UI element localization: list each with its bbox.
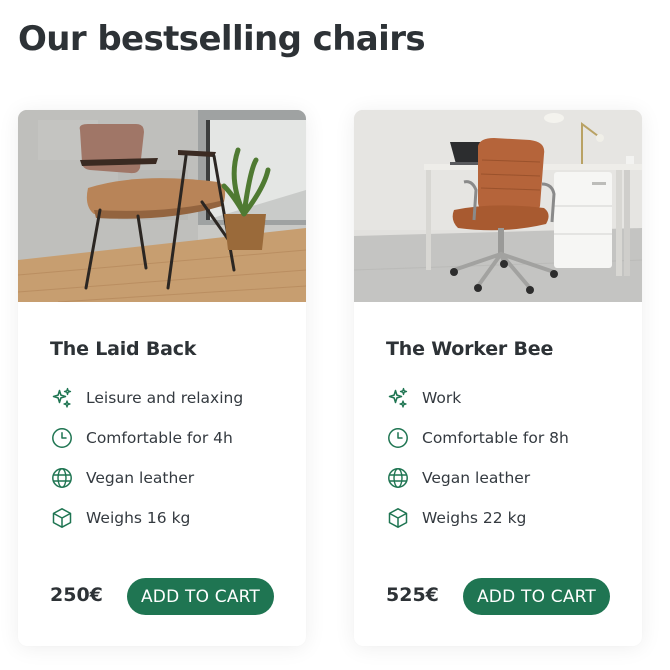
attribute-text: Comfortable for 4h xyxy=(86,429,233,447)
attribute-material: Vegan leather xyxy=(50,466,243,506)
cube-icon xyxy=(50,506,74,530)
product-price: 525€ xyxy=(386,584,439,606)
add-to-cart-button[interactable]: ADD TO CART xyxy=(127,578,274,615)
lounge-chair-photo xyxy=(18,110,306,302)
product-card-worker-bee: The Worker Bee Work Comfortable for 8h V… xyxy=(354,110,642,646)
attribute-comfort: Comfortable for 4h xyxy=(50,426,243,466)
globe-icon xyxy=(50,466,74,490)
product-price: 250€ xyxy=(50,584,103,606)
attribute-text: Vegan leather xyxy=(422,469,531,487)
attribute-text: Weighs 22 kg xyxy=(422,509,527,527)
clock-icon xyxy=(50,426,74,450)
attribute-text: Work xyxy=(422,389,462,407)
add-to-cart-button[interactable]: ADD TO CART xyxy=(463,578,610,615)
product-card-laid-back: The Laid Back Leisure and relaxing Comfo… xyxy=(18,110,306,646)
product-title: The Worker Bee xyxy=(386,338,554,360)
page-title: Our bestselling chairs xyxy=(18,19,426,59)
attribute-text: Leisure and relaxing xyxy=(86,389,244,407)
sparkles-icon xyxy=(386,386,410,410)
attribute-text: Vegan leather xyxy=(86,469,195,487)
attribute-weight: Weighs 16 kg xyxy=(50,506,243,546)
product-grid: The Laid Back Leisure and relaxing Comfo… xyxy=(18,110,670,670)
attribute-text: Weighs 16 kg xyxy=(86,509,191,527)
product-title: The Laid Back xyxy=(50,338,197,360)
attribute-comfort: Comfortable for 8h xyxy=(386,426,569,466)
attribute-list: Leisure and relaxing Comfortable for 4h … xyxy=(50,386,243,546)
attribute-material: Vegan leather xyxy=(386,466,569,506)
globe-icon xyxy=(386,466,410,490)
clock-icon xyxy=(386,426,410,450)
attribute-use: Leisure and relaxing xyxy=(50,386,243,426)
attribute-weight: Weighs 22 kg xyxy=(386,506,569,546)
sparkles-icon xyxy=(50,386,74,410)
office-chair-photo xyxy=(354,110,642,302)
cube-icon xyxy=(386,506,410,530)
attribute-list: Work Comfortable for 8h Vegan leather We… xyxy=(386,386,569,546)
attribute-text: Comfortable for 8h xyxy=(422,429,569,447)
attribute-use: Work xyxy=(386,386,569,426)
